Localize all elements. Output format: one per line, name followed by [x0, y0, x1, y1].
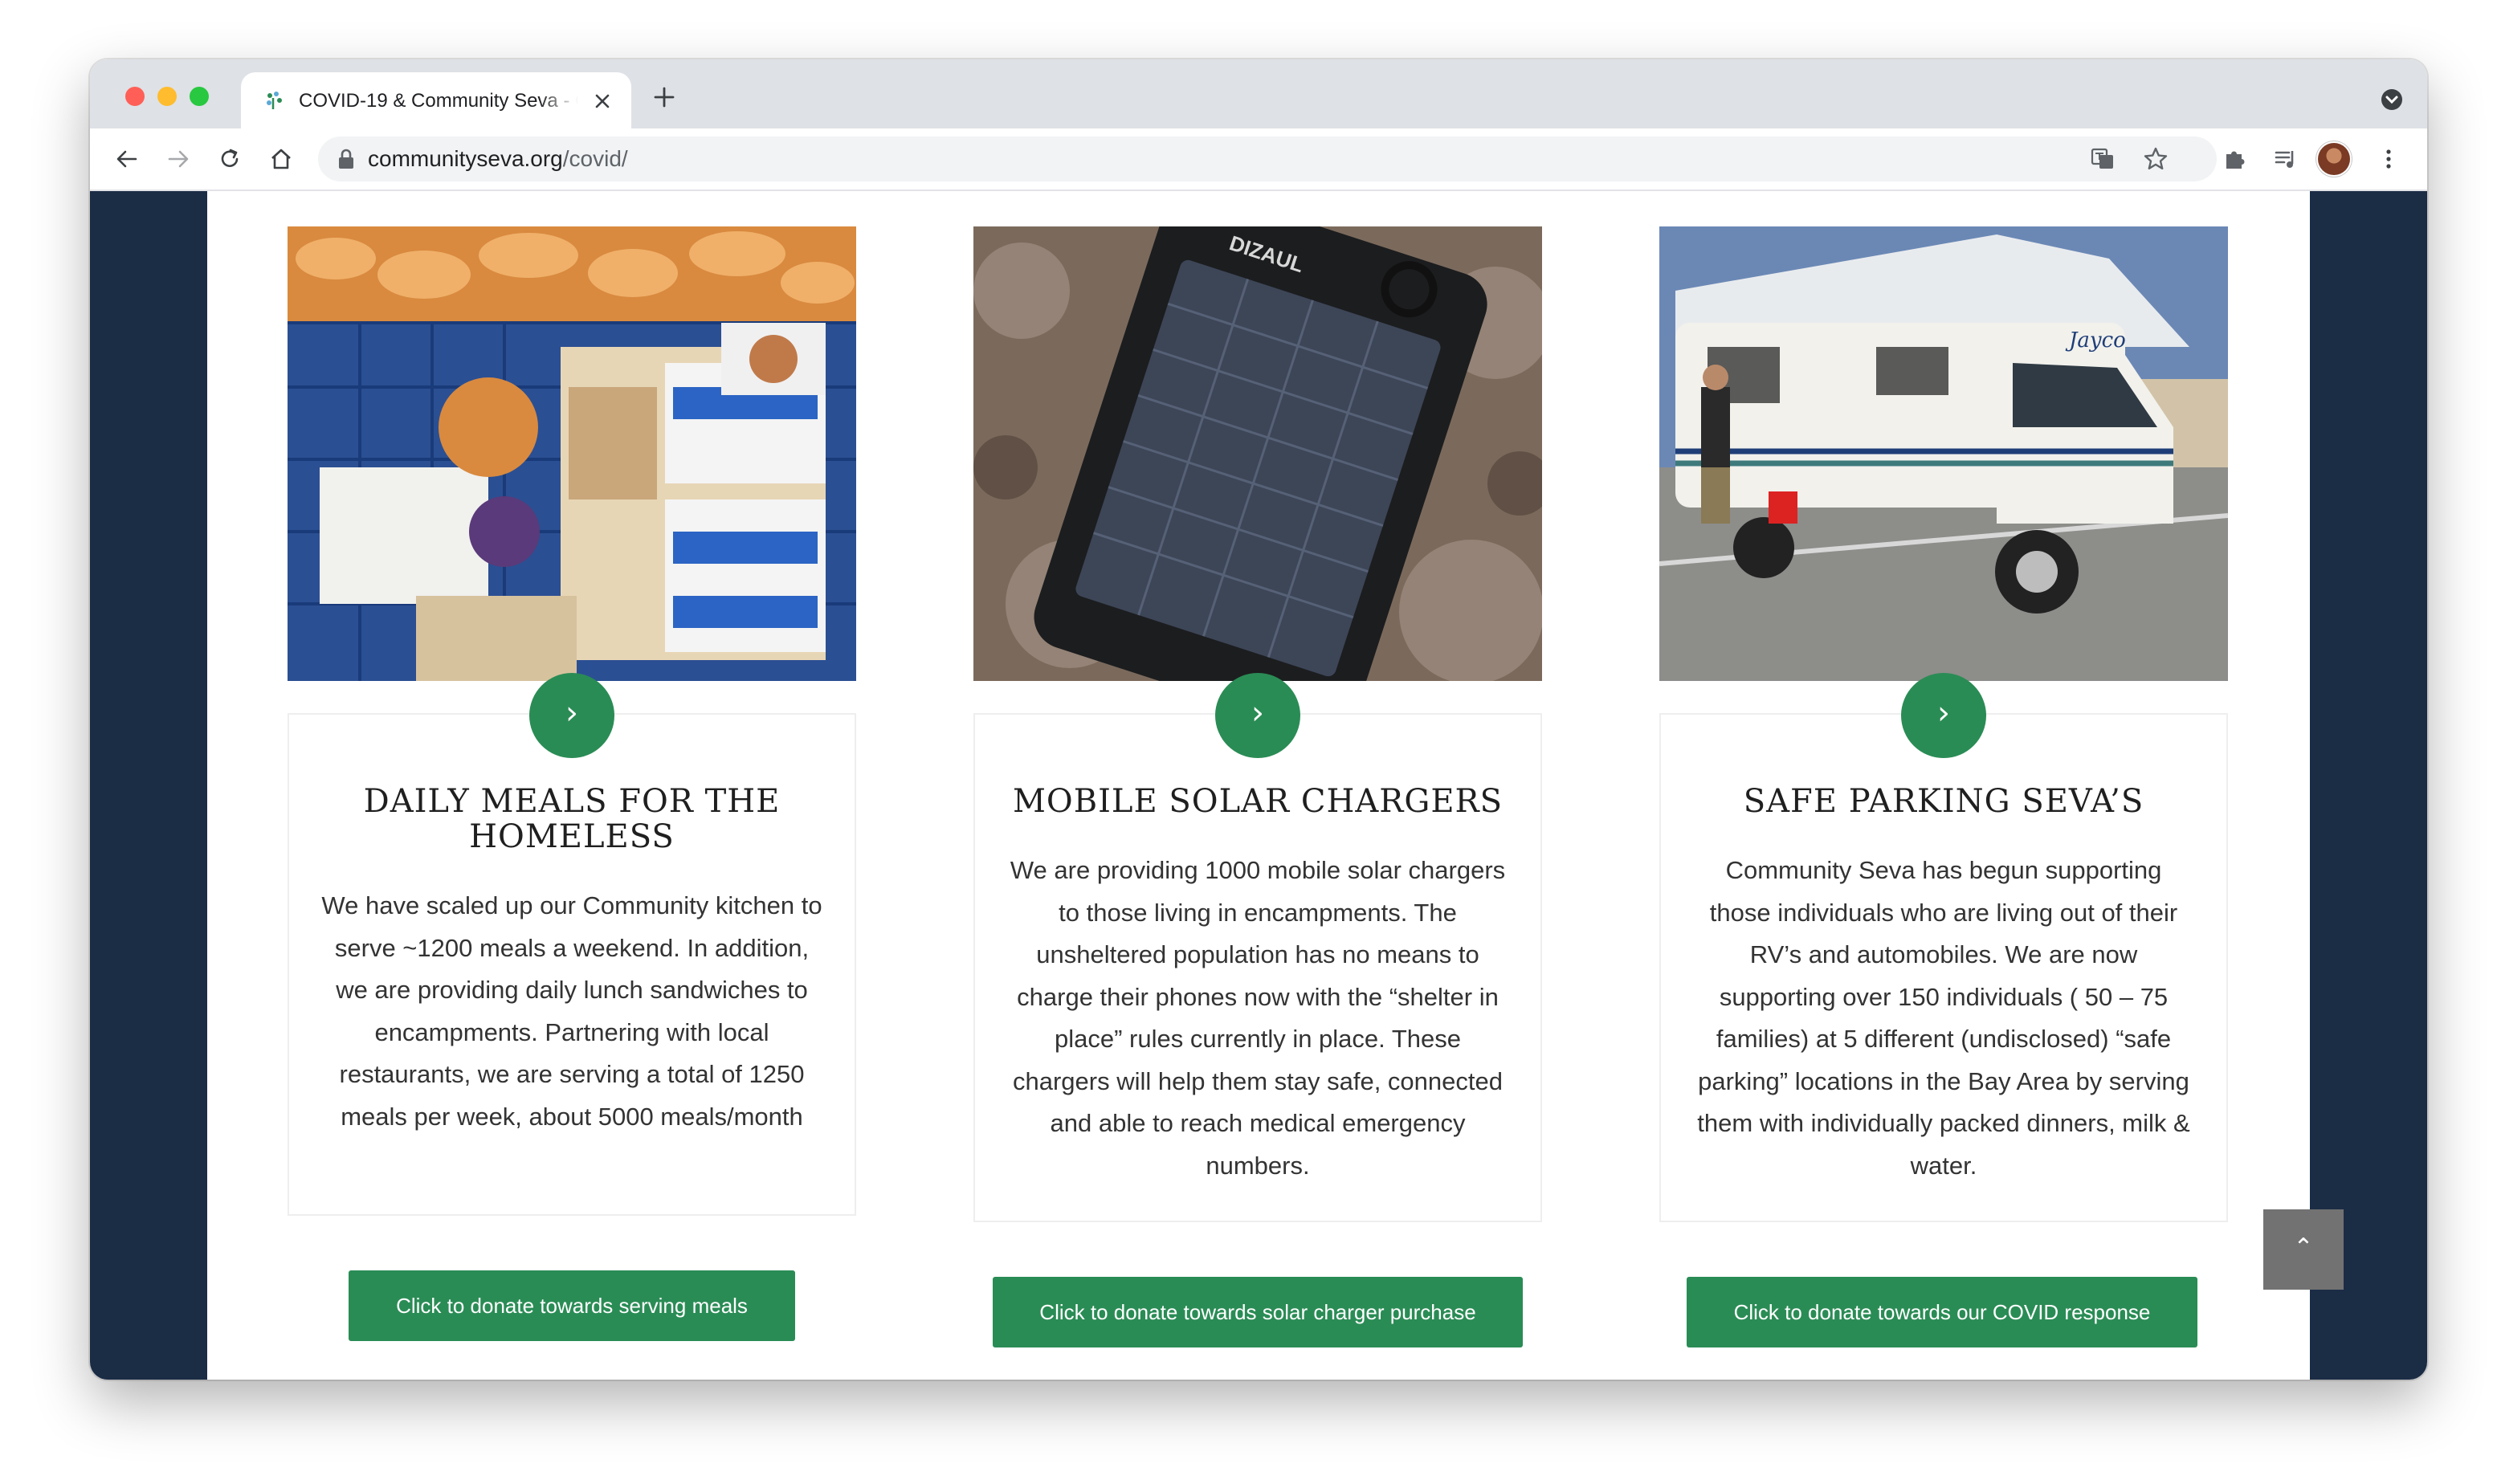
donate-meals-button[interactable]: Click to donate towards serving meals: [349, 1270, 795, 1341]
solar-charger-photo-image: DIZAUL: [973, 226, 1542, 681]
page-viewport: DAILY MEALS FOR THE HOMELESS We have sca…: [90, 191, 2427, 1380]
meals-card-text: We have scaled up our Community kitchen …: [321, 891, 822, 1131]
browser-toolbar: communityseva.org/covid/: [90, 128, 2427, 191]
tab-bar: COVID-19 & Community Seva - Community Se…: [90, 59, 2427, 128]
translate-icon[interactable]: [2090, 146, 2116, 172]
scroll-to-top-button[interactable]: ⌃: [2263, 1209, 2344, 1290]
profile-avatar[interactable]: [2318, 143, 2350, 175]
safe-parking-card-title: SAFE PARKING SEVA’S: [1743, 783, 2144, 820]
safe-parking-card-text: Community Seva has begun supporting thos…: [1697, 856, 2190, 1180]
close-window-button[interactable]: [125, 87, 145, 106]
back-arrow-icon[interactable]: [114, 146, 140, 172]
lock-icon: [339, 149, 353, 169]
extensions-puzzle-icon[interactable]: [2222, 146, 2247, 172]
url-path: /covid/: [562, 146, 628, 171]
more-menu-icon[interactable]: [2376, 146, 2401, 172]
donate-solar-button[interactable]: Click to donate towards solar charger pu…: [993, 1277, 1523, 1347]
solar-charger-photo: DIZAUL: [973, 226, 1542, 681]
solar-card: MOBILE SOLAR CHARGERS We are providing 1…: [973, 713, 1542, 1222]
new-tab-icon[interactable]: [652, 85, 676, 109]
meals-photo-image: [288, 226, 856, 681]
donate-covid-response-button[interactable]: Click to donate towards our COVID respon…: [1687, 1277, 2197, 1347]
meals-expand-button[interactable]: ›: [529, 673, 614, 758]
url-domain: communityseva.org: [368, 146, 563, 171]
safe-parking-expand-button[interactable]: ›: [1901, 673, 1986, 758]
tab-active[interactable]: COVID-19 & Community Seva - Community Se…: [241, 72, 631, 128]
safe-parking-card: SAFE PARKING SEVA’S Community Seva has b…: [1659, 713, 2228, 1222]
solar-card-text: We are providing 1000 mobile solar charg…: [1010, 856, 1506, 1180]
browser-window: COVID-19 & Community Seva - Community Se…: [90, 59, 2427, 1380]
meals-photo: [288, 226, 856, 681]
solar-expand-button[interactable]: ›: [1215, 673, 1300, 758]
safe-parking-photo-image: Jayco: [1659, 226, 2228, 681]
community-seva-favicon-icon: [267, 92, 282, 109]
tab-search-icon[interactable]: [2381, 88, 2403, 111]
close-tab-icon[interactable]: [593, 92, 612, 111]
bookmark-star-icon[interactable]: [2143, 146, 2169, 172]
tab-title: COVID-19 & Community Seva - Community Se…: [299, 90, 578, 112]
media-queue-icon[interactable]: [2273, 146, 2299, 172]
address-bar[interactable]: communityseva.org/covid/: [318, 137, 2217, 181]
page-content: DAILY MEALS FOR THE HOMELESS We have sca…: [207, 191, 2310, 1380]
maximize-window-button[interactable]: [190, 87, 209, 106]
minimize-window-button[interactable]: [157, 87, 177, 106]
url-text: communityseva.org/covid/: [368, 146, 628, 172]
rv-brand-label: Jayco: [2065, 328, 2126, 353]
solar-card-title: MOBILE SOLAR CHARGERS: [1012, 783, 1504, 820]
forward-arrow-icon[interactable]: [165, 146, 191, 172]
meals-card: DAILY MEALS FOR THE HOMELESS We have sca…: [288, 713, 856, 1216]
safe-parking-photo: Jayco: [1659, 226, 2228, 681]
home-icon[interactable]: [268, 146, 294, 172]
meals-card-title: DAILY MEALS FOR THE HOMELESS: [363, 783, 781, 855]
reload-icon[interactable]: [217, 146, 243, 172]
